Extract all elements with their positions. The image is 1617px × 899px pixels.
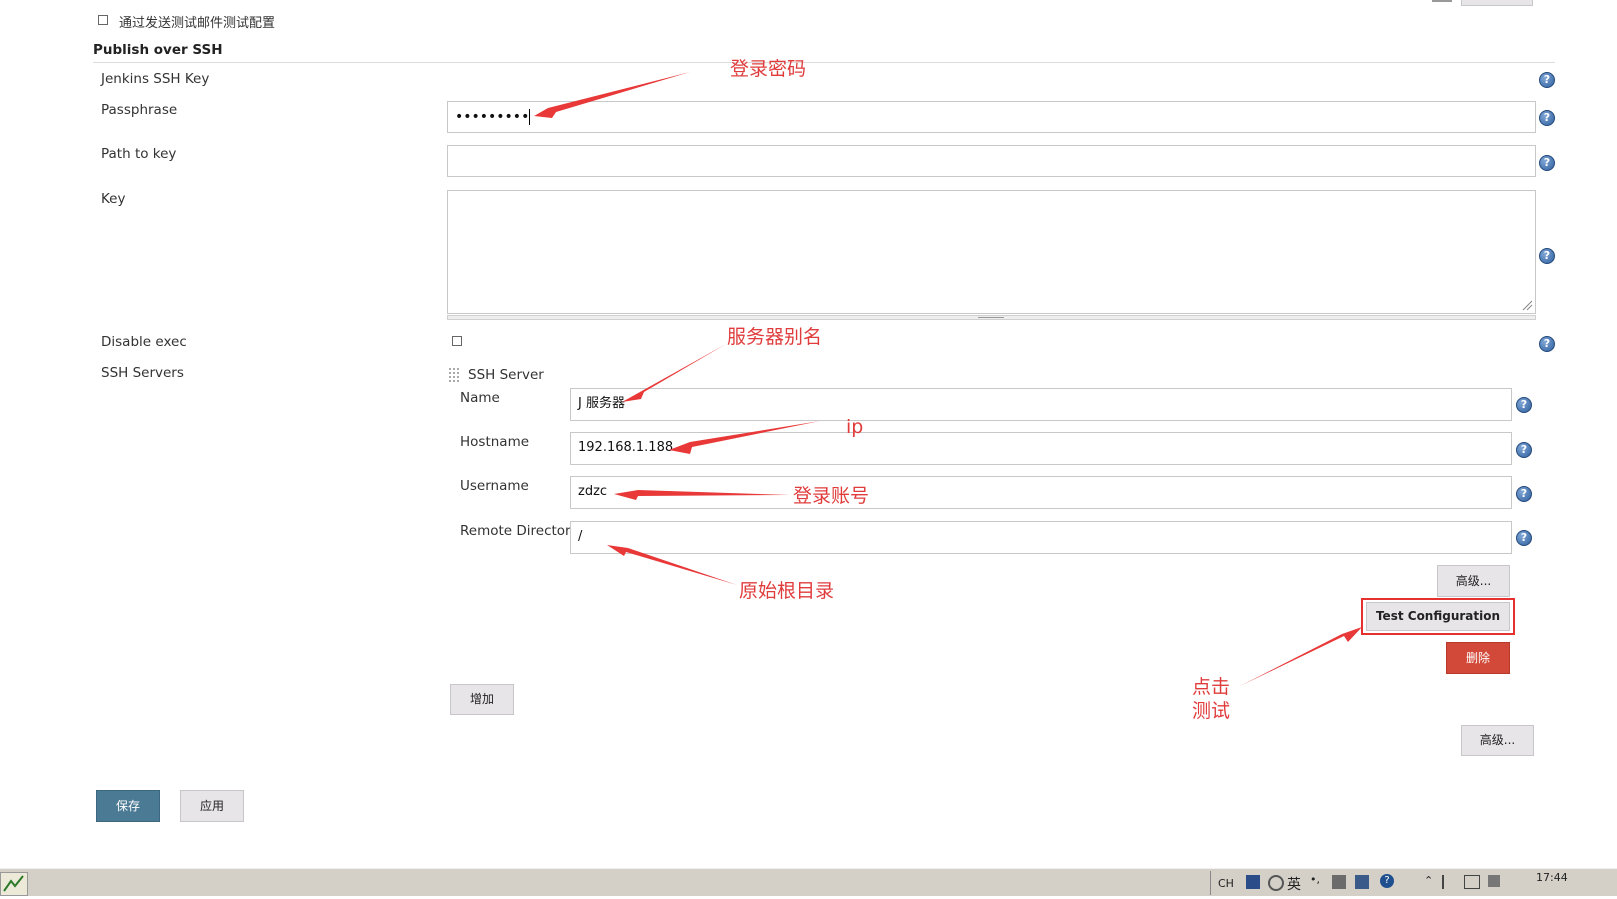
- network-icon[interactable]: [1464, 875, 1480, 889]
- volume-icon[interactable]: [1488, 875, 1500, 887]
- keyboard-icon[interactable]: [1355, 875, 1369, 889]
- flag-icon[interactable]: [1442, 875, 1456, 889]
- ime-mode-indicator[interactable]: 英: [1287, 874, 1301, 894]
- settings-icon[interactable]: [1332, 875, 1346, 889]
- clock[interactable]: 17:44: [1536, 871, 1568, 884]
- arrow-passphrase: [534, 72, 690, 118]
- arrow-username: [614, 490, 790, 500]
- arrow-remote-dir: [607, 545, 737, 585]
- annotation-login-account: 登录账号: [793, 485, 870, 507]
- taskbar: CH 英 •, ? ⌃ 17:44: [0, 868, 1617, 896]
- annotation-arrows: [534, 72, 1362, 686]
- annotation-root-dir: 原始根目录: [739, 580, 835, 602]
- punctuation-icon[interactable]: •,: [1310, 873, 1320, 886]
- arrow-name: [622, 344, 726, 402]
- annotation-click: 点击: [1192, 676, 1231, 698]
- help-tray-icon[interactable]: ?: [1380, 874, 1394, 888]
- annotation-server-alias: 服务器别名: [727, 326, 823, 348]
- app-icon[interactable]: [0, 872, 28, 896]
- annotation-login-password: 登录密码: [730, 58, 807, 80]
- ime-icon[interactable]: [1246, 875, 1260, 889]
- block-icon[interactable]: [1268, 875, 1284, 891]
- arrow-hostname: [669, 421, 820, 454]
- annotation-ip: ip: [846, 416, 864, 438]
- arrow-test: [1240, 627, 1362, 686]
- annotation-test: 测试: [1192, 700, 1231, 722]
- language-indicator[interactable]: CH: [1218, 877, 1234, 890]
- expand-tray-icon[interactable]: ⌃: [1424, 874, 1433, 887]
